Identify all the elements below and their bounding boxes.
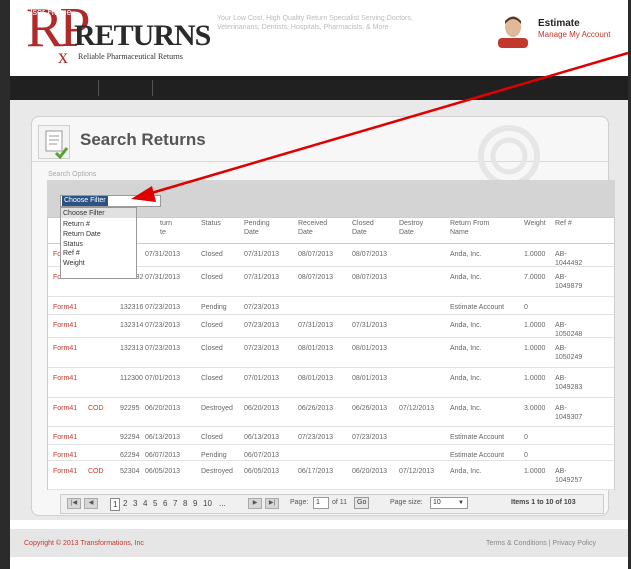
annotation-arrow: [131, 51, 629, 202]
